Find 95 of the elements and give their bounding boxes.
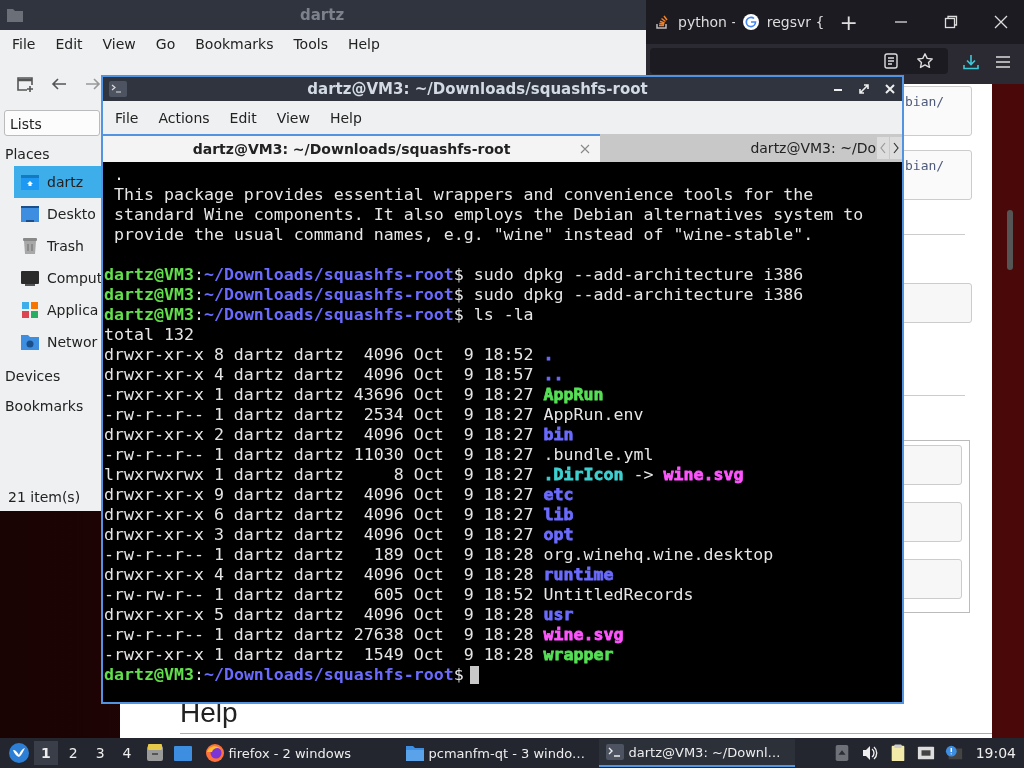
section-label[interactable]: Devices [0, 358, 61, 388]
star-icon[interactable] [916, 52, 934, 70]
terminal-icon [109, 81, 127, 97]
workspace-button[interactable]: 3 [88, 741, 112, 765]
menu-item[interactable]: File [2, 36, 46, 52]
taskbar-task[interactable]: firefox - 2 windows [198, 739, 395, 767]
google-icon [742, 14, 759, 30]
firefox-icon [204, 743, 225, 763]
code-text: bian/ [905, 94, 945, 109]
view-dropdown[interactable]: Lists [4, 110, 100, 136]
close-tab-icon[interactable] [580, 144, 590, 154]
sidebar-item[interactable]: Trash [14, 230, 101, 262]
folder-icon [6, 7, 24, 23]
notification-icon[interactable] [944, 744, 963, 762]
terminal-line: -rw-r--r-- 1 dartz dartz 11030 Oct 9 18:27 .bundle.yml [104, 445, 655, 465]
terminal-line: dartz@VM3:~/Downloads/squashfs-root$ [104, 665, 464, 685]
menu-item[interactable]: View [266, 109, 320, 126]
terminal-line: drwxr-xr-x 9 dartz dartz 4096 Oct 9 18:27 etc [104, 485, 575, 505]
terminal-line: drwxr-xr-x 6 dartz dartz 4096 Oct 9 18:27 lib [104, 505, 575, 525]
terminal-line: . [113, 165, 125, 185]
terminal-line: drwxr-xr-x 3 dartz dartz 4096 Oct 9 18:27 opt [104, 525, 575, 545]
terminal-line: drwxr-xr-x 8 dartz dartz 4096 Oct 9 18:52 . [104, 345, 555, 365]
terminal-line: standard Wine components. It also employs the Debian alternatives system to [113, 205, 865, 225]
menu-item[interactable]: Actions [148, 109, 220, 126]
close-icon[interactable] [884, 83, 896, 95]
terminal-line: drwxr-xr-x 5 dartz dartz 4096 Oct 9 18:28 usr [104, 605, 575, 625]
scrollbar-thumb[interactable] [1007, 210, 1013, 270]
terminal-line: -rw-r--r-- 1 dartz dartz 2534 Oct 9 18:27 AppRun.env [104, 405, 645, 425]
monitor-icon [20, 268, 40, 288]
terminal-line: -rwxr-xr-x 1 dartz dartz 1549 Oct 9 18:28 wrapper [104, 645, 615, 665]
taskbar-task[interactable]: pcmanfm-qt - 3 windo… [398, 739, 595, 767]
sidebar-item[interactable]: Comput [14, 262, 101, 294]
stack-icon [654, 14, 670, 30]
workspace-button[interactable]: 2 [61, 741, 85, 765]
terminal-line: dartz@VM3:~/Downloads/squashfs-root$ sudo dpkg --add-architecture i386 [104, 285, 804, 305]
menu-item[interactable]: Go [145, 36, 186, 52]
window-title: dartz [300, 6, 345, 24]
menu-item[interactable]: Edit [45, 36, 93, 52]
menu-item[interactable]: Tools [283, 36, 338, 52]
menu-item[interactable]: Bookmarks [185, 36, 284, 52]
terminal-line: dartz@VM3:~/Downloads/squashfs-root$ ls -la [104, 305, 534, 325]
home-folder-icon [20, 172, 40, 192]
folder-icon [404, 743, 425, 763]
window-title: dartz@VM3: ~/Downloads/squashfs-root [306, 80, 649, 98]
terminal-line: dartz@VM3:~/Downloads/squashfs-root$ sudo dpkg --add-architecture i386 [104, 265, 804, 285]
terminal-line: provide the usual command names, e.g. "wine" instead of "wine-stable". [113, 225, 815, 245]
close-icon[interactable] [994, 15, 1008, 29]
terminal-tab[interactable]: dartz@VM3: ~/Downloads/squashfs-root [103, 134, 600, 162]
terminal-line: -rw-rw-r-- 1 dartz dartz 605 Oct 9 18:52 UntitledRecords [104, 585, 695, 605]
terminal-line: total 132 [104, 325, 195, 345]
menu-item[interactable]: View [92, 36, 146, 52]
menu-icon[interactable] [994, 53, 1012, 71]
menu-item[interactable]: Help [337, 36, 390, 52]
sidebar-item[interactable]: dartz [14, 166, 101, 198]
terminal-line: drwxr-xr-x 2 dartz dartz 4096 Oct 9 18:27 bin [104, 425, 575, 445]
apps-grid-icon [20, 300, 40, 320]
terminal-line: This package provides essential wrappers and convenience tools for the [113, 185, 815, 205]
menu-item[interactable]: File [105, 109, 149, 126]
code-text: bian/ [905, 158, 945, 173]
sidebar-item[interactable]: Deskto [14, 198, 101, 230]
download-icon[interactable] [962, 53, 980, 71]
reader-view-icon[interactable] [882, 52, 900, 70]
sidebar-item[interactable]: Networ [14, 326, 101, 358]
clock: 19:04 [975, 745, 1016, 761]
taskbar-task[interactable]: dartz@VM3: ~/Downl… [598, 739, 795, 767]
terminal-line: -rw-r--r-- 1 dartz dartz 27638 Oct 9 18:28 wine.svg [104, 625, 625, 645]
terminal-line: drwxr-xr-x 4 dartz dartz 4096 Oct 9 18:57 .. [104, 365, 565, 385]
workspace-button[interactable]: 4 [115, 741, 139, 765]
new-tab-icon[interactable] [16, 75, 34, 93]
terminal-icon [604, 742, 625, 762]
terminal-line: lrwxrwxrwx 1 dartz dartz 8 Oct 9 18:27 .DirIcon -> wine.svg [104, 465, 745, 485]
new-tab-button[interactable]: + [827, 9, 870, 35]
network-icon[interactable] [916, 744, 935, 762]
maximize-icon[interactable] [858, 83, 870, 95]
menu-item[interactable]: Edit [219, 109, 267, 126]
section-label[interactable]: Bookmarks [0, 388, 84, 418]
status-text: 21 item(s) [7, 489, 81, 507]
browser-tab[interactable]: regsvr { [738, 14, 824, 30]
workspace-button[interactable]: 1 [34, 741, 58, 765]
file-cabinet-icon[interactable] [144, 743, 165, 763]
menu-item[interactable]: Help [319, 109, 372, 126]
folder-icon[interactable] [172, 743, 193, 763]
trash-icon [20, 236, 40, 256]
restore-icon[interactable] [944, 15, 958, 29]
terminal-line: -rwxr-xr-x 1 dartz dartz 43696 Oct 9 18:27 AppRun [104, 385, 605, 405]
volume-icon[interactable] [860, 744, 879, 762]
terminal-line: drwxr-xr-x 4 dartz dartz 4096 Oct 9 18:28 runtime [104, 565, 615, 585]
sidebar-item[interactable]: Applica [14, 294, 101, 326]
network-folder-icon [20, 332, 40, 352]
section-label[interactable]: Places [0, 136, 50, 166]
start-menu-icon[interactable] [8, 742, 30, 764]
terminal-line: -rw-r--r-- 1 dartz dartz 189 Oct 9 18:28 org.winehq.wine.desktop [104, 545, 775, 565]
chevron-right-icon[interactable] [890, 137, 902, 159]
address-bar[interactable] [650, 48, 948, 74]
desktop-icon [20, 204, 40, 224]
